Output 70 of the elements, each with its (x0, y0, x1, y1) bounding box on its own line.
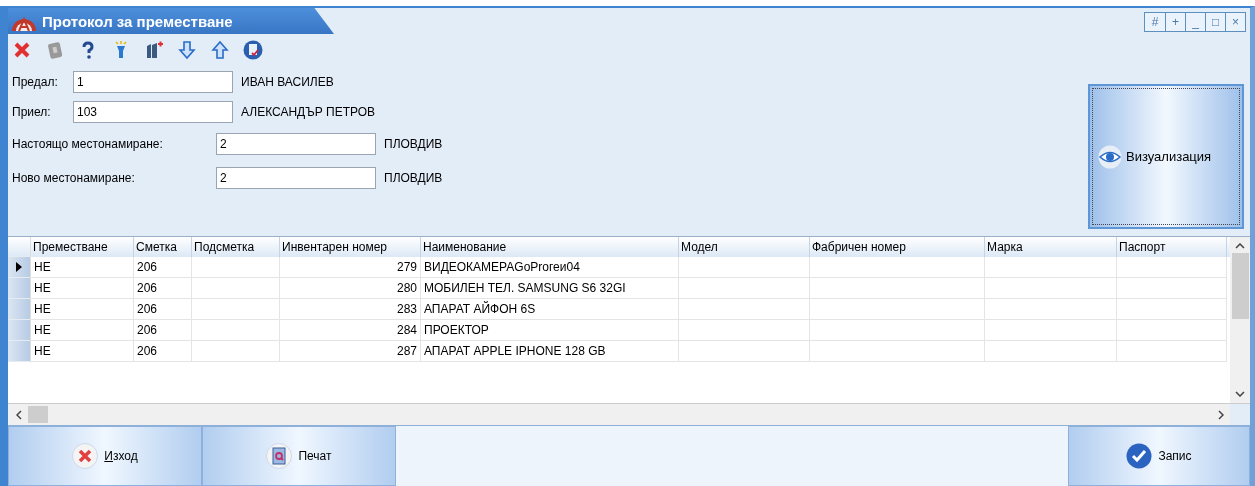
field-label: Предал: (12, 75, 59, 89)
table-cell: 206 (134, 299, 192, 320)
vertical-scrollbar[interactable] (1230, 237, 1250, 403)
scroll-thumb[interactable] (28, 406, 48, 423)
grid-button[interactable]: # (1145, 13, 1165, 31)
current-row-icon (16, 262, 22, 272)
table-cell: АПАРАТ APPLE IPHONE 128 GB (421, 341, 679, 362)
column-header[interactable]: Фабричен номер (810, 237, 985, 257)
maximize-button[interactable]: □ (1205, 13, 1225, 31)
scroll-up-icon[interactable] (1235, 243, 1245, 249)
table-cell: ПРОЕКТОР (421, 320, 679, 341)
close-button[interactable]: × (1225, 13, 1245, 31)
table-cell: ВИДЕОКАМЕРАGoProгеи04 (421, 257, 679, 278)
table-cell: 279 (280, 257, 421, 278)
column-header[interactable]: Инвентарен номер (280, 237, 421, 257)
add-button[interactable]: + (1165, 13, 1185, 31)
eye-icon (1098, 144, 1122, 169)
table-cell: 206 (134, 341, 192, 362)
table-cell: НЕ (31, 299, 134, 320)
field-value-text: ПЛОВДИВ (384, 137, 443, 151)
column-header[interactable]: Наименование (421, 237, 679, 257)
input-field[interactable]: 2 (216, 133, 376, 155)
field-value-text: АЛЕКСАНДЪР ПЕТРОВ (241, 105, 376, 119)
input-field[interactable]: 1 (73, 71, 233, 93)
table-cell: МОБИЛЕН ТЕЛ. SAMSUNG S6 32GI (421, 278, 679, 299)
field-label: Настоящо местонамиране: (12, 137, 164, 151)
column-header[interactable]: Сметка (134, 237, 192, 257)
table-cell: 283 (280, 299, 421, 320)
arrow-down-icon[interactable] (177, 40, 197, 60)
column-header[interactable]: Модел (679, 237, 810, 257)
table-cell: НЕ (31, 278, 134, 299)
table-cell: 206 (134, 278, 192, 299)
table-cell: АПАРАТ АЙФОН 6S (421, 299, 679, 320)
close-icon (72, 443, 99, 469)
window-title: Протокол за преместване (42, 12, 233, 30)
scroll-right-icon[interactable] (1218, 409, 1224, 420)
field-label: Ново местонамиране: (12, 171, 136, 185)
field-value-text: ПЛОВДИВ (384, 171, 443, 185)
field-label: Приел: (12, 105, 52, 119)
table-cell: 206 (134, 320, 192, 341)
input-field[interactable]: 2 (216, 167, 376, 189)
save-button[interactable]: Запис (1068, 426, 1250, 486)
column-header[interactable]: Подсметка (192, 237, 280, 257)
field-value-text: ИВАН ВАСИЛЕВ (241, 75, 334, 89)
table-cell: 287 (280, 341, 421, 362)
delete-icon[interactable] (12, 40, 32, 60)
column-header[interactable]: Преместване (31, 237, 134, 257)
table-cell: НЕ (31, 320, 134, 341)
scroll-down-icon[interactable] (1235, 391, 1245, 397)
input-field[interactable]: 103 (73, 101, 233, 123)
checkmark-icon (1126, 443, 1153, 469)
horizontal-scrollbar[interactable] (8, 404, 1230, 425)
print-button[interactable]: Печат (202, 426, 396, 486)
table-cell: 206 (134, 257, 192, 278)
exit-button[interactable]: Изход (8, 426, 202, 486)
arrow-up-icon[interactable] (210, 40, 230, 60)
table-cell: 280 (280, 278, 421, 299)
document-check-icon[interactable] (243, 40, 263, 60)
scroll-thumb[interactable] (1231, 253, 1249, 319)
folders-icon[interactable] (144, 40, 164, 60)
table-cell: 284 (280, 320, 421, 341)
minimize-button[interactable]: _ (1185, 13, 1205, 31)
scroll-left-icon[interactable] (16, 409, 22, 420)
table-cell: НЕ (31, 257, 134, 278)
print-preview-icon (266, 443, 293, 469)
column-header[interactable]: Марка (985, 237, 1117, 257)
column-header[interactable]: Паспорт (1117, 237, 1227, 257)
row-header[interactable] (8, 257, 31, 278)
table-cell: НЕ (31, 341, 134, 362)
visualization-button[interactable]: Визуализация (1088, 84, 1244, 229)
